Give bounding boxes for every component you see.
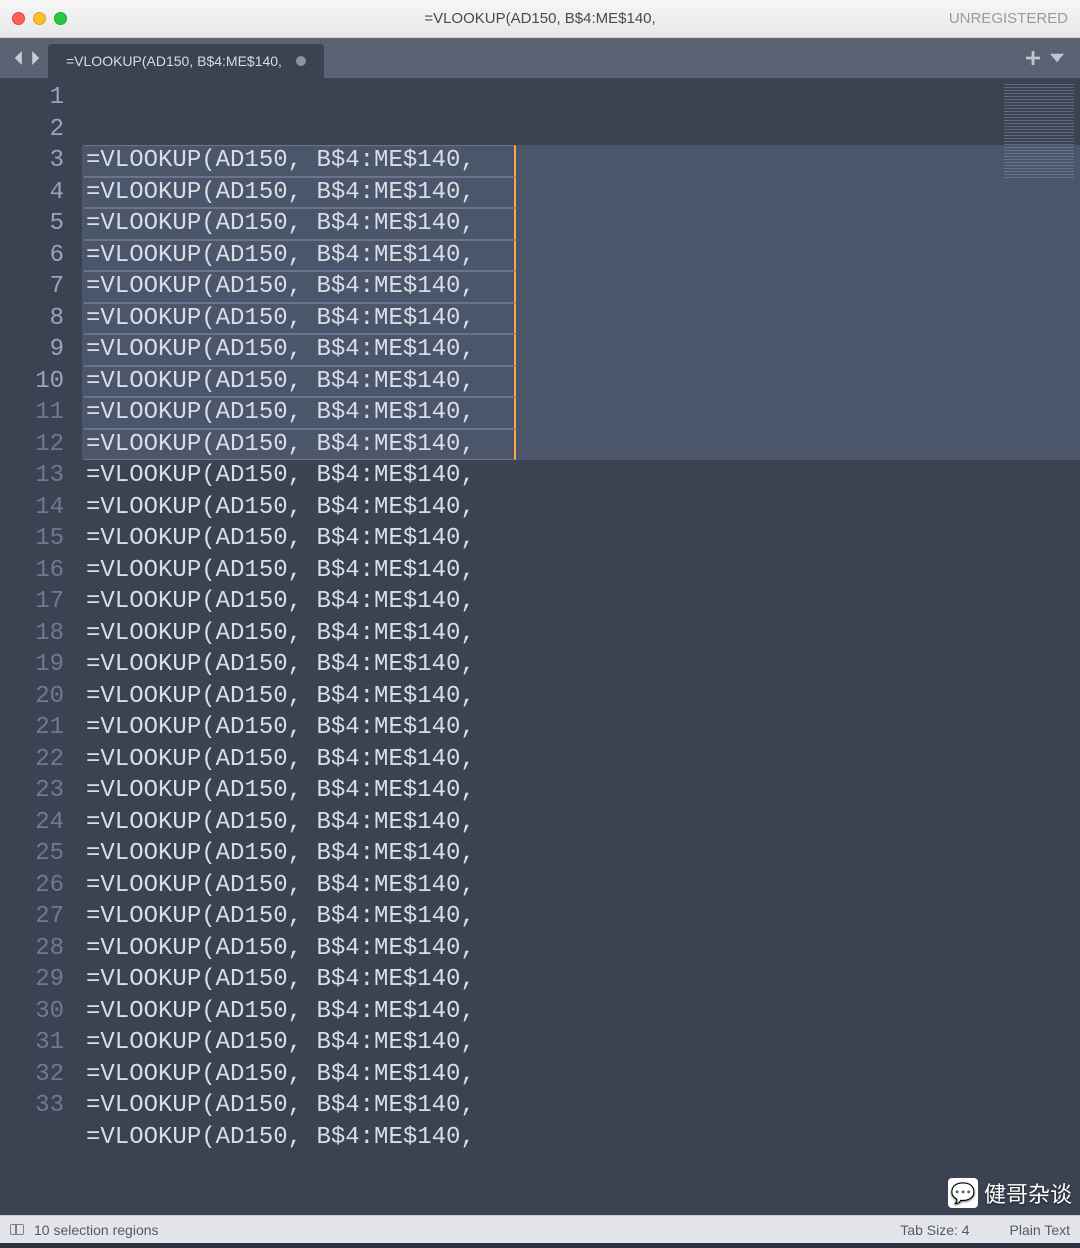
line-number[interactable]: 21 xyxy=(0,712,64,744)
code-line[interactable]: =VLOOKUP(AD150, B$4:ME$140, xyxy=(82,366,1080,398)
line-number[interactable]: 1 xyxy=(0,82,64,114)
editor-area[interactable]: 1234567891011121314151617181920212223242… xyxy=(0,78,1080,1215)
code-line[interactable]: =VLOOKUP(AD150, B$4:ME$140, xyxy=(82,870,1080,902)
line-number[interactable]: 31 xyxy=(0,1027,64,1059)
code-line[interactable]: =VLOOKUP(AD150, B$4:ME$140, xyxy=(82,712,1080,744)
watermark-text: 健哥杂谈 xyxy=(984,1177,1072,1209)
line-number[interactable]: 23 xyxy=(0,775,64,807)
tab-strip: =VLOOKUP(AD150, B$4:ME$140, xyxy=(0,38,1080,78)
line-number[interactable]: 4 xyxy=(0,177,64,209)
code-line[interactable]: =VLOOKUP(AD150, B$4:ME$140, xyxy=(82,744,1080,776)
line-number[interactable]: 26 xyxy=(0,870,64,902)
line-number[interactable]: 8 xyxy=(0,303,64,335)
line-number[interactable]: 29 xyxy=(0,964,64,996)
code-line[interactable]: =VLOOKUP(AD150, B$4:ME$140, xyxy=(82,1122,1080,1154)
code-line[interactable]: =VLOOKUP(AD150, B$4:ME$140, xyxy=(82,240,1080,272)
code-line[interactable]: =VLOOKUP(AD150, B$4:ME$140, xyxy=(82,618,1080,650)
close-window-button[interactable] xyxy=(12,12,25,25)
code-line[interactable]: =VLOOKUP(AD150, B$4:ME$140, xyxy=(82,429,1080,461)
watermark: 💬 健哥杂谈 xyxy=(948,1177,1072,1209)
code-line[interactable]: =VLOOKUP(AD150, B$4:ME$140, xyxy=(82,555,1080,587)
line-number[interactable]: 13 xyxy=(0,460,64,492)
code-line[interactable]: =VLOOKUP(AD150, B$4:ME$140, xyxy=(82,1059,1080,1091)
line-number[interactable]: 14 xyxy=(0,492,64,524)
code-line[interactable]: =VLOOKUP(AD150, B$4:ME$140, xyxy=(82,586,1080,618)
text-pane[interactable]: =VLOOKUP(AD150, B$4:ME$140,=VLOOKUP(AD15… xyxy=(82,78,1080,1215)
code-line[interactable]: =VLOOKUP(AD150, B$4:ME$140, xyxy=(82,996,1080,1028)
line-number[interactable]: 17 xyxy=(0,586,64,618)
code-line[interactable]: =VLOOKUP(AD150, B$4:ME$140, xyxy=(82,1027,1080,1059)
registration-status: UNREGISTERED xyxy=(949,10,1068,27)
code-line[interactable]: =VLOOKUP(AD150, B$4:ME$140, xyxy=(82,334,1080,366)
line-number[interactable]: 27 xyxy=(0,901,64,933)
line-number[interactable]: 10 xyxy=(0,366,64,398)
line-number[interactable]: 16 xyxy=(0,555,64,587)
code-line[interactable]: =VLOOKUP(AD150, B$4:ME$140, xyxy=(82,523,1080,555)
line-number[interactable]: 24 xyxy=(0,807,64,839)
minimap[interactable] xyxy=(1004,84,1074,180)
code-line[interactable]: =VLOOKUP(AD150, B$4:ME$140, xyxy=(82,460,1080,492)
dirty-indicator-icon xyxy=(296,56,306,66)
code-line[interactable]: =VLOOKUP(AD150, B$4:ME$140, xyxy=(82,901,1080,933)
line-number[interactable]: 22 xyxy=(0,744,64,776)
code-line[interactable]: =VLOOKUP(AD150, B$4:ME$140, xyxy=(82,681,1080,713)
code-line[interactable]: =VLOOKUP(AD150, B$4:ME$140, xyxy=(82,271,1080,303)
nav-back-icon[interactable] xyxy=(12,51,26,65)
code-line[interactable]: =VLOOKUP(AD150, B$4:ME$140, xyxy=(82,964,1080,996)
line-number[interactable]: 25 xyxy=(0,838,64,870)
tab-history-nav xyxy=(6,51,48,65)
code-line[interactable]: =VLOOKUP(AD150, B$4:ME$140, xyxy=(82,649,1080,681)
line-number[interactable]: 30 xyxy=(0,996,64,1028)
code-line[interactable]: =VLOOKUP(AD150, B$4:ME$140, xyxy=(82,145,1080,177)
tab-active[interactable]: =VLOOKUP(AD150, B$4:ME$140, xyxy=(48,44,324,78)
line-number[interactable]: 9 xyxy=(0,334,64,366)
code-line[interactable]: =VLOOKUP(AD150, B$4:ME$140, xyxy=(82,933,1080,965)
code-line[interactable]: =VLOOKUP(AD150, B$4:ME$140, xyxy=(82,1090,1080,1122)
code-line[interactable] xyxy=(82,1153,1080,1185)
code-line[interactable]: =VLOOKUP(AD150, B$4:ME$140, xyxy=(82,807,1080,839)
code-line[interactable]: =VLOOKUP(AD150, B$4:ME$140, xyxy=(82,303,1080,335)
line-number[interactable]: 2 xyxy=(0,114,64,146)
line-number[interactable]: 18 xyxy=(0,618,64,650)
code-line[interactable]: =VLOOKUP(AD150, B$4:ME$140, xyxy=(82,177,1080,209)
code-line[interactable]: =VLOOKUP(AD150, B$4:ME$140, xyxy=(82,492,1080,524)
line-number[interactable]: 5 xyxy=(0,208,64,240)
line-number-gutter[interactable]: 1234567891011121314151617181920212223242… xyxy=(0,78,82,1215)
line-number[interactable]: 15 xyxy=(0,523,64,555)
line-number[interactable]: 11 xyxy=(0,397,64,429)
maximize-window-button[interactable] xyxy=(54,12,67,25)
side-panel-toggle-icon[interactable] xyxy=(10,1224,24,1235)
tab-dropdown-icon[interactable] xyxy=(1050,51,1064,65)
line-number[interactable]: 6 xyxy=(0,240,64,272)
line-number[interactable]: 12 xyxy=(0,429,64,461)
minimize-window-button[interactable] xyxy=(33,12,46,25)
window-title: =VLOOKUP(AD150, B$4:ME$140, xyxy=(0,10,1080,27)
new-tab-icon[interactable] xyxy=(1026,51,1040,65)
line-number[interactable]: 19 xyxy=(0,649,64,681)
line-number[interactable]: 32 xyxy=(0,1059,64,1091)
line-number[interactable]: 20 xyxy=(0,681,64,713)
code-line[interactable]: =VLOOKUP(AD150, B$4:ME$140, xyxy=(82,838,1080,870)
line-number[interactable]: 28 xyxy=(0,933,64,965)
line-number[interactable]: 33 xyxy=(0,1090,64,1122)
code-line[interactable]: =VLOOKUP(AD150, B$4:ME$140, xyxy=(82,208,1080,240)
line-number[interactable]: 3 xyxy=(0,145,64,177)
wechat-icon: 💬 xyxy=(948,1178,978,1208)
window-controls xyxy=(12,12,67,25)
window-title-bar: =VLOOKUP(AD150, B$4:ME$140, UNREGISTERED xyxy=(0,0,1080,38)
line-number[interactable]: 7 xyxy=(0,271,64,303)
tab-label: =VLOOKUP(AD150, B$4:ME$140, xyxy=(66,53,282,69)
code-line[interactable]: =VLOOKUP(AD150, B$4:ME$140, xyxy=(82,397,1080,429)
nav-forward-icon[interactable] xyxy=(28,51,42,65)
code-line[interactable]: =VLOOKUP(AD150, B$4:ME$140, xyxy=(82,775,1080,807)
